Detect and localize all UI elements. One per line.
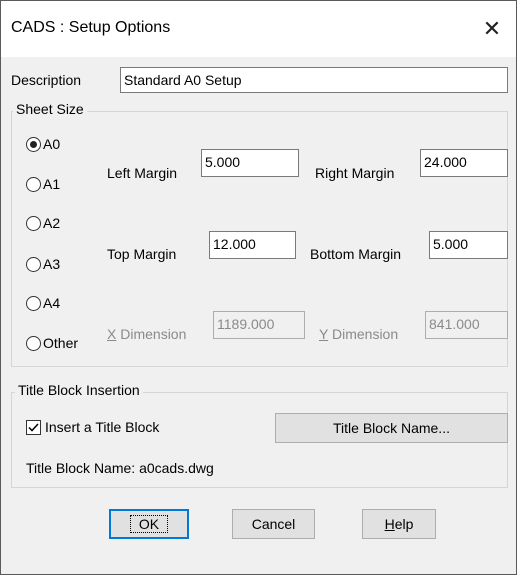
radio-a0-label: A0 xyxy=(43,136,61,152)
title-block-name-text: Title Block Name: a0cads.dwg xyxy=(26,460,214,476)
radio-a0[interactable]: A0 xyxy=(26,136,60,152)
radio-other[interactable]: Other xyxy=(26,335,78,351)
insert-title-block-box xyxy=(26,419,41,435)
radio-a1-label: A1 xyxy=(43,176,61,192)
radio-a1[interactable]: A1 xyxy=(26,176,60,192)
radio-other-circle xyxy=(26,335,41,351)
insert-title-block-label: Insert a Title Block xyxy=(45,419,160,435)
x-dimension-mnemonic: X xyxy=(107,326,117,342)
title-block-legend: Title Block Insertion xyxy=(15,382,143,398)
y-dimension-label-text: Dimension xyxy=(328,326,399,342)
radio-a3[interactable]: A3 xyxy=(26,256,60,272)
y-dimension-mnemonic: Y xyxy=(319,326,329,342)
y-dimension-input: 841.000 xyxy=(425,311,508,339)
radio-a2-label: A2 xyxy=(43,215,61,231)
title-block-name-button[interactable]: Title Block Name... xyxy=(275,413,508,443)
insert-title-block-checkbox[interactable]: Insert a Title Block xyxy=(26,419,159,435)
title-bar: CADS : Setup Options ✕ xyxy=(1,1,516,57)
close-icon: ✕ xyxy=(482,16,502,41)
close-button[interactable]: ✕ xyxy=(468,1,516,57)
window-title: CADS : Setup Options xyxy=(11,19,171,36)
bottom-margin-input[interactable]: 5.000 xyxy=(429,231,508,259)
radio-a4[interactable]: A4 xyxy=(26,295,60,311)
top-margin-label: Top Margin xyxy=(107,246,177,262)
cancel-button[interactable]: Cancel xyxy=(232,509,315,539)
check-icon xyxy=(28,422,39,432)
left-margin-label: Left Margin xyxy=(107,165,178,181)
radio-a3-label: A3 xyxy=(43,256,61,272)
description-label: Description xyxy=(11,72,82,88)
radio-a2-circle xyxy=(26,215,41,231)
setup-options-dialog: CADS : Setup Options ✕ Description Stand… xyxy=(0,0,517,575)
ok-button-label: OK xyxy=(129,515,169,533)
y-dimension-label: Y Dimension xyxy=(319,326,398,342)
radio-a1-circle xyxy=(26,176,41,192)
bottom-margin-label: Bottom Margin xyxy=(310,246,402,262)
help-button[interactable]: Help xyxy=(362,509,436,539)
x-dimension-input: 1189.000 xyxy=(213,311,305,339)
right-margin-input[interactable]: 24.000 xyxy=(420,149,508,177)
left-margin-input[interactable]: 5.000 xyxy=(201,149,299,177)
radio-a0-circle xyxy=(26,136,41,152)
x-dimension-label-text: Dimension xyxy=(116,326,187,342)
ok-button[interactable]: OK xyxy=(109,509,189,539)
help-label-text: elp xyxy=(394,516,414,532)
x-dimension-label: X Dimension xyxy=(107,326,186,342)
radio-a4-label: A4 xyxy=(43,295,61,311)
radio-other-label: Other xyxy=(43,335,79,351)
description-input[interactable]: Standard A0 Setup xyxy=(120,67,508,93)
right-margin-label: Right Margin xyxy=(315,165,395,181)
help-mnemonic: H xyxy=(384,516,395,532)
top-margin-input[interactable]: 12.000 xyxy=(209,231,296,259)
radio-a4-circle xyxy=(26,295,41,311)
sheet-size-legend: Sheet Size xyxy=(13,101,87,117)
radio-a3-circle xyxy=(26,256,41,272)
radio-a2[interactable]: A2 xyxy=(26,215,60,231)
